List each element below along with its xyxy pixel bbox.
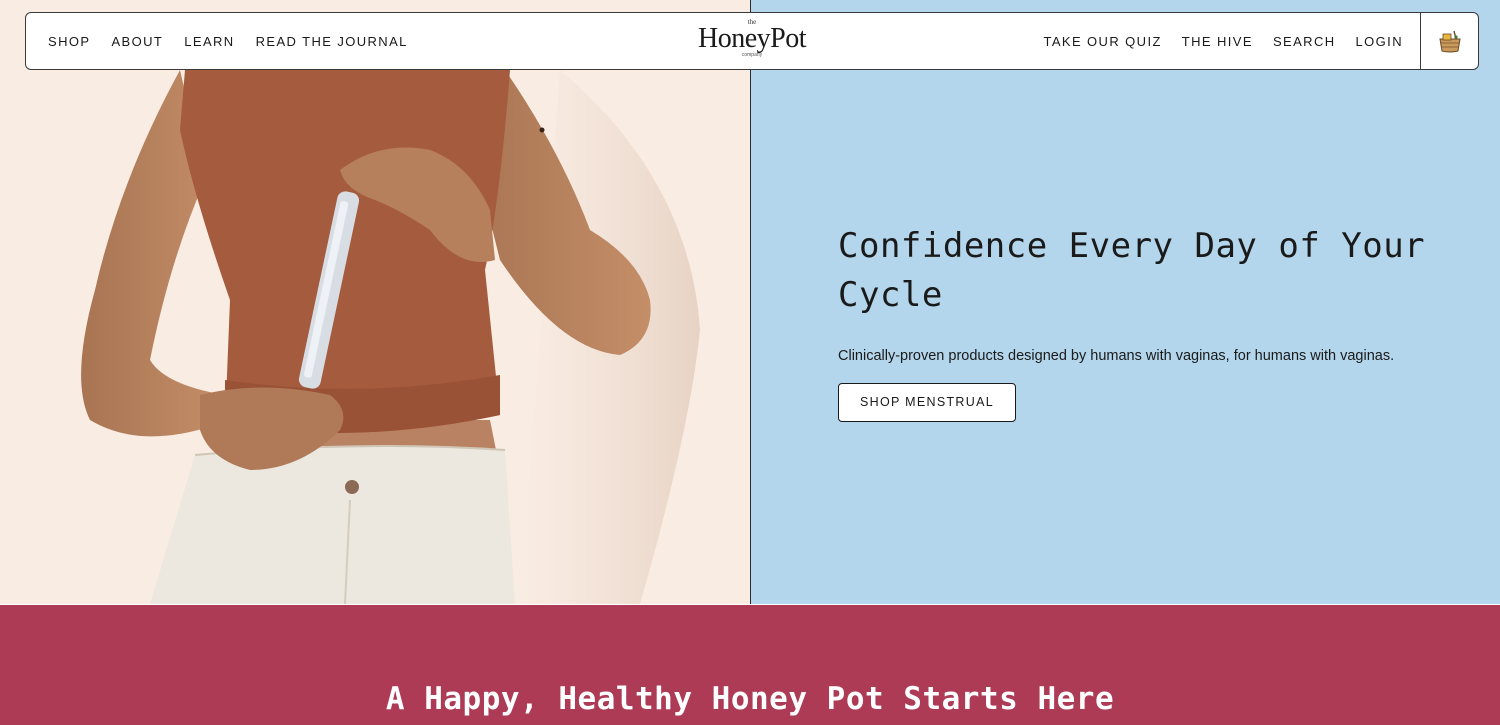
hero-headline: Confidence Every Day of Your Cycle bbox=[838, 226, 1426, 315]
hero-text-block: Confidence Every Day of Your Cycle Clini… bbox=[838, 222, 1458, 422]
nav-take-our-quiz[interactable]: TAKE OUR QUIZ bbox=[1043, 34, 1161, 49]
promo-title: A Happy, Healthy Honey Pot Starts Here bbox=[385, 681, 1115, 717]
primary-nav: SHOP ABOUT LEARN READ THE JOURNAL bbox=[26, 34, 408, 49]
nav-about[interactable]: ABOUT bbox=[111, 34, 163, 49]
hero-content-panel: Confidence Every Day of Your Cycle Clini… bbox=[751, 0, 1500, 604]
hero-subtext: Clinically-proven products designed by h… bbox=[838, 348, 1395, 364]
hero-photo-illustration bbox=[81, 70, 700, 604]
cart-button[interactable] bbox=[1420, 13, 1478, 69]
secondary-nav: TAKE OUR QUIZ THE HIVE SEARCH LOGIN bbox=[1043, 34, 1420, 49]
nav-learn[interactable]: LEARN bbox=[184, 34, 234, 49]
logo-name: HoneyPot bbox=[698, 23, 807, 54]
nav-the-hive[interactable]: THE HIVE bbox=[1182, 34, 1253, 49]
nav-login[interactable]: LOGIN bbox=[1356, 34, 1403, 49]
nav-shop[interactable]: SHOP bbox=[48, 34, 90, 49]
nav-search[interactable]: SEARCH bbox=[1273, 34, 1336, 49]
promo-banner: A Happy, Healthy Honey Pot Starts Here bbox=[0, 605, 1500, 725]
honey-basket-icon bbox=[1438, 30, 1461, 53]
nav-read-the-journal[interactable]: READ THE JOURNAL bbox=[256, 34, 408, 49]
brand-logo[interactable]: the HoneyPot company bbox=[698, 19, 807, 58]
hero-section: Confidence Every Day of Your Cycle Clini… bbox=[0, 0, 1500, 604]
top-navbar: SHOP ABOUT LEARN READ THE JOURNAL the Ho… bbox=[25, 12, 1479, 70]
hero-image bbox=[0, 0, 751, 604]
shop-menstrual-button[interactable]: SHOP MENSTRUAL bbox=[838, 383, 1016, 422]
